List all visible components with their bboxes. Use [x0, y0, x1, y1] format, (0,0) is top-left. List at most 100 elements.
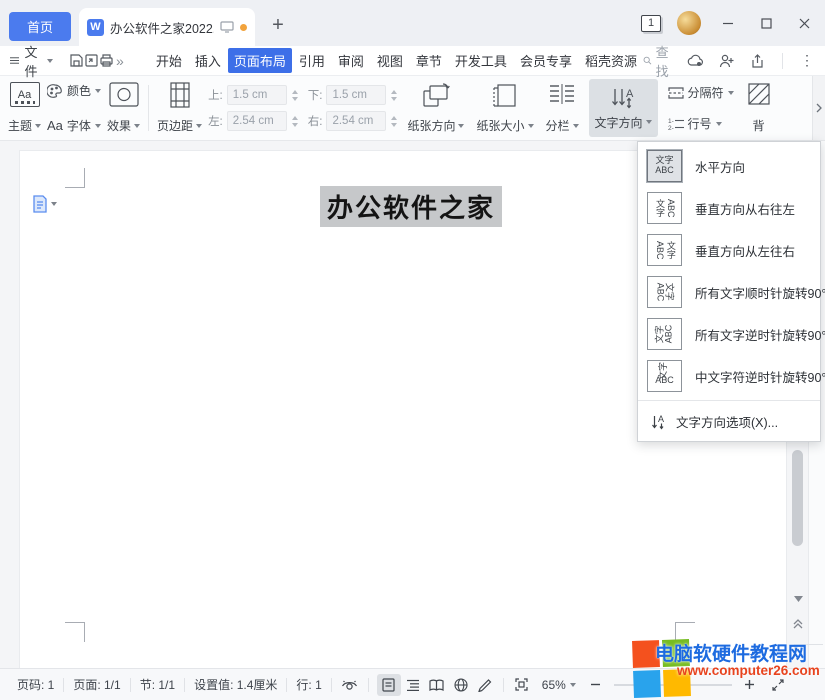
- status-page-count[interactable]: 页面: 1/1: [64, 676, 129, 693]
- status-page-number[interactable]: 页码: 1: [8, 676, 63, 693]
- paper-orientation-button[interactable]: 纸张方向: [407, 82, 464, 134]
- chevron-down-icon: [716, 122, 722, 126]
- menu-item-review[interactable]: 审阅: [332, 48, 370, 73]
- text-direction-button[interactable]: A 文字方向: [589, 79, 658, 137]
- paper-orientation-label: 纸张方向: [407, 117, 455, 134]
- colors-button[interactable]: 颜色: [47, 82, 101, 99]
- file-menu[interactable]: 文件: [10, 42, 53, 80]
- menu-item-references[interactable]: 引用: [293, 48, 331, 73]
- zoom-slider[interactable]: [614, 684, 732, 686]
- chevron-right-icon: [816, 103, 822, 113]
- menu-item-page-layout[interactable]: 页面布局: [228, 48, 292, 73]
- zoom-slider-thumb[interactable]: [672, 680, 681, 690]
- margin-top-label: 上:: [208, 87, 223, 103]
- search-icon: [643, 54, 652, 67]
- new-tab-button[interactable]: +: [265, 12, 291, 38]
- status-section[interactable]: 节: 1/1: [131, 676, 184, 693]
- maximize-button[interactable]: [755, 12, 777, 34]
- unsaved-dot-indicator: [240, 24, 247, 31]
- paper-size-button[interactable]: 纸张大小: [476, 82, 533, 134]
- zoom-in-icon[interactable]: [738, 674, 762, 696]
- minimize-button[interactable]: [717, 12, 739, 34]
- margin-left-input[interactable]: 2.54 cm: [227, 111, 287, 131]
- print-icon[interactable]: [99, 51, 114, 71]
- divider: [795, 644, 823, 645]
- ribbon-overflow-button[interactable]: [812, 76, 825, 140]
- page-view-icon[interactable]: [377, 674, 401, 696]
- line-numbers-label: 行号: [688, 115, 712, 132]
- menu-option-rotate-all-cw[interactable]: 文字ABC 所有文字顺时针旋转90°: [638, 271, 820, 313]
- background-button-partial[interactable]: 背: [744, 82, 774, 134]
- add-user-icon[interactable]: [719, 54, 735, 68]
- margin-left-stepper[interactable]: [292, 116, 298, 127]
- ink-pen-icon[interactable]: [473, 674, 497, 696]
- quickbar-more-icon[interactable]: »: [116, 53, 124, 69]
- menu-option-rotate-all-ccw[interactable]: 文字ABC 所有文字逆时针旋转90°: [638, 313, 820, 355]
- margin-top-input[interactable]: 1.5 cm: [227, 85, 287, 105]
- breaks-button[interactable]: 分隔符: [668, 84, 734, 101]
- eye-protect-monitor-icon[interactable]: [220, 21, 234, 33]
- chevron-down-icon: [458, 124, 464, 128]
- chevron-down-icon: [196, 124, 202, 128]
- home-tab-button[interactable]: 首页: [9, 12, 71, 41]
- zoom-level-button[interactable]: 65%: [542, 678, 576, 692]
- paragraph-tool-button[interactable]: [32, 195, 57, 213]
- menu-option-horizontal[interactable]: 文字ABC 水平方向: [638, 145, 820, 187]
- chevron-down-icon: [528, 124, 534, 128]
- wps-writer-doc-icon: W: [87, 19, 104, 36]
- select-browse-object-icon[interactable]: [788, 638, 808, 658]
- close-button[interactable]: [793, 12, 815, 34]
- workspace-badge-icon[interactable]: 1: [641, 15, 661, 32]
- save-icon[interactable]: [69, 51, 84, 71]
- main-menu: 开始 插入 页面布局 引用 审阅 视图 章节 开发工具 会员专享 稻壳资源: [150, 48, 643, 73]
- previous-page-icon[interactable]: [788, 613, 808, 633]
- selected-document-text[interactable]: 办公软件之家: [320, 186, 502, 227]
- more-options-icon[interactable]: ⋮: [800, 52, 814, 69]
- menu-item-section[interactable]: 章节: [410, 48, 448, 73]
- theme-button[interactable]: Aa 主题: [8, 82, 41, 134]
- output-icon[interactable]: [84, 51, 99, 71]
- chevron-down-icon: [95, 124, 101, 128]
- line-numbers-button[interactable]: 1- 2- 行号: [668, 115, 734, 132]
- wps-writer-window: 首页 W 办公软件之家2022.docx + 1: [0, 0, 825, 700]
- menu-option-rotate-chinese-ccw[interactable]: 文字ABC 中文字符逆时针旋转90°: [638, 355, 820, 397]
- menu-item-start[interactable]: 开始: [150, 48, 188, 73]
- columns-button[interactable]: 分栏: [546, 82, 579, 134]
- menu-item-view[interactable]: 视图: [371, 48, 409, 73]
- menu-item-insert[interactable]: 插入: [189, 48, 227, 73]
- zoom-out-icon[interactable]: [584, 674, 608, 696]
- find-button[interactable]: 查找: [643, 42, 673, 80]
- background-label: 背: [753, 117, 765, 134]
- menu-option-text-direction-options[interactable]: A 文字方向选项(X)...: [638, 404, 820, 438]
- palette-icon: [47, 84, 63, 98]
- menu-option-vertical-ltr[interactable]: ABC文字 垂直方向从左往右: [638, 229, 820, 271]
- status-line[interactable]: 行: 1: [287, 676, 330, 693]
- user-avatar[interactable]: [677, 11, 701, 35]
- scrollbar-thumb[interactable]: [792, 450, 803, 546]
- margin-bottom-stepper[interactable]: [391, 90, 397, 101]
- svg-text:A: A: [658, 414, 664, 424]
- margin-top-stepper[interactable]: [292, 90, 298, 101]
- scroll-down-icon[interactable]: [788, 589, 808, 609]
- margin-bottom-input[interactable]: 1.5 cm: [326, 85, 386, 105]
- chevron-down-icon: [134, 124, 140, 128]
- margin-right-stepper[interactable]: [391, 116, 397, 127]
- web-layout-icon[interactable]: [449, 674, 473, 696]
- outline-view-icon[interactable]: [401, 674, 425, 696]
- menu-item-member[interactable]: 会员专享: [514, 48, 578, 73]
- fit-page-icon[interactable]: [510, 674, 534, 696]
- menu-option-vertical-rtl[interactable]: 文字ABC 垂直方向从右往左: [638, 187, 820, 229]
- margins-button[interactable]: 页边距: [157, 82, 202, 134]
- read-mode-icon[interactable]: [425, 674, 449, 696]
- status-setting-value[interactable]: 设置值: 1.4厘米: [185, 676, 286, 693]
- share-icon[interactable]: [750, 54, 765, 68]
- fullscreen-icon[interactable]: [766, 674, 790, 696]
- eye-protect-icon[interactable]: [338, 674, 362, 696]
- fonts-button[interactable]: Aa 字体: [47, 117, 101, 134]
- document-tab[interactable]: W 办公软件之家2022.docx: [79, 8, 255, 46]
- menu-item-dev-tools[interactable]: 开发工具: [449, 48, 513, 73]
- cloud-sync-icon[interactable]: [687, 54, 704, 67]
- effects-button[interactable]: 效果: [107, 82, 140, 134]
- margin-right-input[interactable]: 2.54 cm: [326, 111, 386, 131]
- menu-item-docer[interactable]: 稻壳资源: [579, 48, 643, 73]
